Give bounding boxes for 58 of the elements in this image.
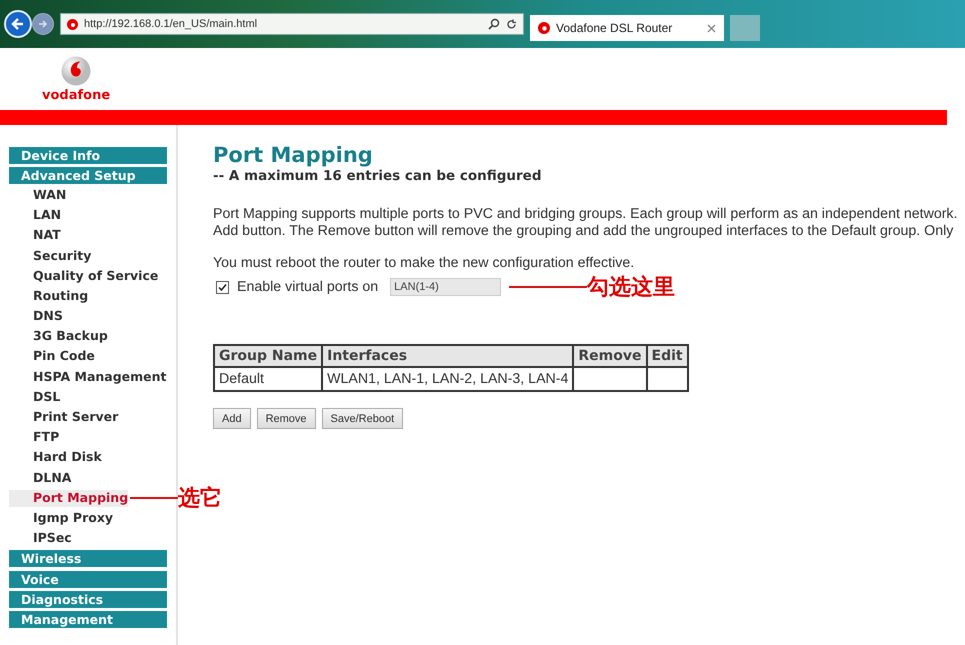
nav-item[interactable]: HSPA Management xyxy=(9,368,167,386)
action-button[interactable]: Add xyxy=(213,408,251,429)
table-cell: WLAN1, LAN-1, LAN-2, LAN-3, LAN-4 xyxy=(322,367,574,391)
nav-item[interactable]: DLNA xyxy=(9,470,72,487)
leader-line xyxy=(130,497,178,500)
back-button[interactable] xyxy=(4,10,32,38)
nav-item[interactable]: LAN xyxy=(9,207,62,224)
nav-group[interactable]: Device Info xyxy=(9,146,167,164)
nav-item[interactable]: NAT xyxy=(9,227,61,244)
checkbox-label: Enable virtual ports on xyxy=(237,279,378,295)
nav-item[interactable]: Hard Disk xyxy=(9,449,102,466)
interface-field[interactable]: LAN(1-4) xyxy=(390,278,502,296)
nav-item[interactable]: Quality of Service xyxy=(9,268,158,285)
refresh-icon[interactable] xyxy=(506,18,517,30)
nav-item[interactable]: IPSec xyxy=(9,530,72,548)
nav-item[interactable]: 3G Backup xyxy=(9,328,108,346)
site-icon xyxy=(538,22,550,34)
column-header: Group Name xyxy=(214,345,322,367)
page-subtitle: -- A maximum 16 entries can be configured xyxy=(213,168,542,184)
checkbox[interactable] xyxy=(216,280,229,294)
nav-item[interactable]: Igmp Proxy xyxy=(9,510,114,527)
annotation-text: 勾选这里 xyxy=(587,274,676,302)
annotation-text: 选它 xyxy=(178,484,222,514)
column-header: Remove xyxy=(573,345,647,367)
nav-item[interactable]: Security xyxy=(9,248,92,265)
site-icon xyxy=(67,18,78,30)
logo-text: vodafone xyxy=(42,88,110,102)
nav-group[interactable]: Voice xyxy=(9,570,167,588)
action-button[interactable]: Remove xyxy=(256,408,316,429)
browser-tab[interactable]: Vodafone DSL Router xyxy=(530,15,724,41)
reboot-note: You must reboot the router to make the new configuration effective. xyxy=(213,255,636,272)
address-bar[interactable]: http://192.168.0.1/en_US/main.html xyxy=(60,13,524,35)
table-cell: Default xyxy=(214,367,322,391)
nav-item[interactable]: Routing xyxy=(9,288,88,305)
description-text: Port Mapping supports multiple ports to PVC and bridging groups. Each group will perform as an independent network. Add button. The Remove button will remove the grouping and add the ungrouped interfaces to the Default group. Only xyxy=(213,206,958,240)
nav-item[interactable]: Pin Code xyxy=(9,348,95,366)
nav-item[interactable]: DSL xyxy=(9,388,60,406)
nav-group[interactable]: Diagnostics xyxy=(9,590,167,608)
close-icon[interactable] xyxy=(707,24,716,32)
search-icon[interactable] xyxy=(488,18,500,30)
forward-arrow-icon xyxy=(38,19,48,29)
back-arrow-icon xyxy=(11,17,25,31)
action-button[interactable]: Save/Reboot xyxy=(322,408,404,429)
logo-icon xyxy=(61,56,92,86)
page-title: Port Mapping xyxy=(213,143,374,167)
column-header: Interfaces xyxy=(322,345,574,367)
nav-group[interactable]: Advanced Setup xyxy=(9,166,167,184)
nav-item[interactable]: Print Server xyxy=(9,409,118,426)
checkmark-icon xyxy=(218,282,227,292)
nav-group[interactable]: Wireless xyxy=(9,550,167,568)
nav-item[interactable]: Port Mapping xyxy=(9,490,128,507)
nav-item[interactable]: DNS xyxy=(9,308,63,326)
nav-item[interactable]: WAN xyxy=(9,186,66,204)
forward-button[interactable] xyxy=(32,13,54,35)
column-header: Edit xyxy=(646,345,688,367)
nav-group[interactable]: Management xyxy=(9,610,167,628)
nav-item[interactable]: FTP xyxy=(9,429,60,446)
table-cell xyxy=(646,367,688,391)
